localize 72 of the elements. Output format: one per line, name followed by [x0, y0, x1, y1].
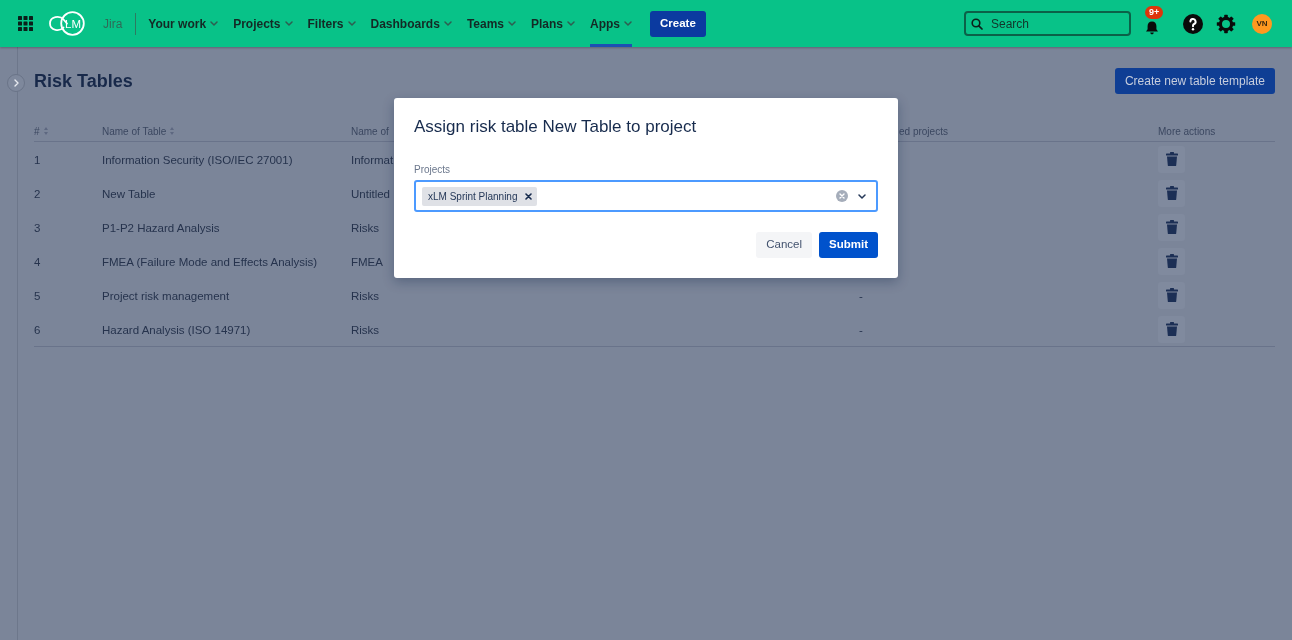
chevron-down-icon	[210, 21, 219, 26]
sidebar-toggle-button[interactable]	[7, 74, 25, 92]
remove-icon[interactable]	[524, 192, 532, 200]
column-header: Name of	[351, 124, 389, 139]
table-cell: 4	[34, 256, 41, 268]
page-title: Risk Tables	[34, 70, 133, 93]
nav-menu-item[interactable]: Teams	[466, 0, 516, 47]
create-button[interactable]: Create	[650, 10, 706, 37]
delete-button[interactable]	[1158, 315, 1185, 343]
table-cell: Untitled	[351, 188, 390, 200]
table-cell: Project risk management	[102, 290, 230, 302]
dialog-button[interactable]: Submit	[819, 232, 878, 258]
column-header: More actions	[1158, 124, 1216, 139]
table-cell: Hazard Analysis (ISO 14971)	[102, 324, 251, 336]
trash-icon	[1165, 254, 1178, 268]
delete-button[interactable]	[1158, 145, 1185, 173]
delete-button[interactable]	[1158, 247, 1185, 275]
table-cell: Informat	[351, 154, 394, 166]
trash-icon	[1165, 322, 1178, 336]
nav-menu-item[interactable]: Projects	[233, 0, 293, 47]
trash-icon	[1165, 152, 1178, 166]
chevron-right-icon	[13, 79, 19, 87]
column-header: #	[34, 124, 40, 139]
table-cell: 3	[34, 222, 41, 234]
bell-icon[interactable]	[1144, 19, 1160, 36]
field-label: Projects	[414, 164, 452, 176]
chevron-down-icon	[284, 21, 293, 26]
tag-label: xLM Sprint Planning	[428, 189, 518, 204]
delete-button[interactable]	[1158, 179, 1185, 207]
help-icon[interactable]	[1183, 13, 1203, 34]
notification-badge: 9+	[1145, 5, 1164, 19]
search-field[interactable]: Search	[964, 11, 1131, 36]
settings-icon[interactable]	[1216, 13, 1236, 34]
table-cell: 6	[34, 324, 41, 336]
dialog-title: Assign risk table New Table to project	[414, 116, 698, 138]
table-cell: P1-P2 Hazard Analysis	[102, 222, 220, 234]
chevron-down-icon	[567, 21, 576, 26]
nav-menu-item[interactable]: Dashboards	[370, 0, 452, 47]
dialog-button[interactable]: Cancel	[756, 232, 812, 258]
table-cell: Risks	[351, 222, 380, 234]
table-cell: 2	[34, 188, 41, 200]
delete-button[interactable]	[1158, 281, 1185, 309]
column-header: ed projects	[899, 124, 948, 139]
chevron-down-icon	[443, 21, 452, 26]
nav-menu-item[interactable]: Plans	[531, 0, 576, 47]
app-grid-icon[interactable]	[18, 16, 33, 31]
delete-button[interactable]	[1158, 213, 1185, 241]
nav-menu-item[interactable]: Your work	[148, 0, 219, 47]
trash-icon	[1165, 220, 1178, 234]
table-cell: Information Security (ISO/IEC 27001)	[102, 154, 293, 166]
table-cell: -	[859, 324, 863, 336]
create-template-button[interactable]: Create new table template	[1114, 68, 1275, 94]
chevron-down-icon	[508, 21, 516, 26]
table-cell: -	[859, 290, 863, 302]
trash-icon	[1165, 186, 1178, 200]
table-cell: FMEA	[351, 256, 383, 268]
column-header: Name of Table	[102, 124, 167, 139]
table-cell: New Table	[102, 188, 156, 200]
search-icon	[971, 17, 983, 30]
nav-menu-item[interactable]: Filters	[307, 0, 356, 47]
table-cell: Risks	[351, 324, 380, 336]
projects-select-field[interactable]: xLM Sprint Planning	[414, 180, 878, 212]
table-cell: 5	[34, 290, 41, 302]
table-cell: FMEA (Failure Mode and Effects Analysis)	[102, 256, 318, 268]
table-cell: Risks	[351, 290, 380, 302]
chevron-down-icon	[858, 193, 866, 199]
clear-icon[interactable]	[836, 190, 848, 202]
chevron-down-icon	[347, 21, 356, 26]
user-avatar[interactable]: VN	[1252, 13, 1272, 34]
table-cell: 1	[34, 154, 41, 166]
trash-icon	[1165, 288, 1178, 302]
chevron-down-icon	[624, 21, 633, 26]
